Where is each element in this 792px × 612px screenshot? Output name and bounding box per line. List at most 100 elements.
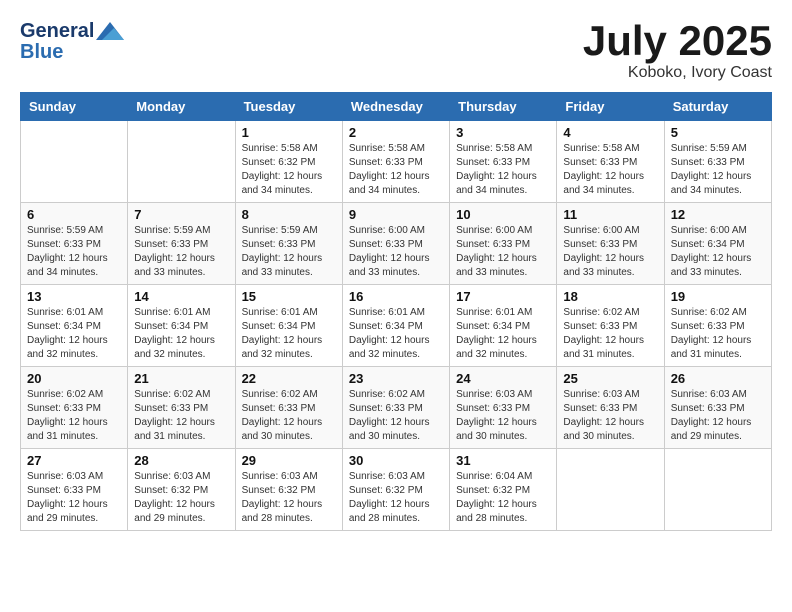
calendar-cell: 25Sunrise: 6:03 AMSunset: 6:33 PMDayligh… [557, 367, 664, 449]
day-number: 25 [563, 371, 657, 386]
day-info: Sunrise: 6:03 AMSunset: 6:33 PMDaylight:… [27, 470, 121, 526]
day-header-thursday: Thursday [450, 93, 557, 121]
day-info: Sunrise: 5:58 AMSunset: 6:32 PMDaylight:… [242, 142, 336, 198]
day-info: Sunrise: 6:01 AMSunset: 6:34 PMDaylight:… [242, 306, 336, 362]
day-info: Sunrise: 6:01 AMSunset: 6:34 PMDaylight:… [456, 306, 550, 362]
day-header-friday: Friday [557, 93, 664, 121]
day-number: 6 [27, 207, 121, 222]
day-info: Sunrise: 6:02 AMSunset: 6:33 PMDaylight:… [27, 388, 121, 444]
calendar-week-4: 20 Sunrise: 6:02 AMSunset: 6:33 PMDayligh… [21, 367, 772, 449]
logo-blue: Blue [20, 41, 124, 64]
day-number: 17 [456, 289, 550, 304]
calendar-cell: 18Sunrise: 6:02 AMSunset: 6:33 PMDayligh… [557, 285, 664, 367]
day-info: Sunrise: 6:03 AMSunset: 6:33 PMDaylight:… [671, 388, 765, 444]
day-number: 2 [349, 125, 443, 140]
calendar-cell: 20 Sunrise: 6:02 AMSunset: 6:33 PMDayligh… [21, 367, 128, 449]
calendar-cell: 4 Sunrise: 5:58 AMSunset: 6:33 PMDaylight… [557, 121, 664, 203]
day-number: 10 [456, 207, 550, 222]
calendar-cell [128, 121, 235, 203]
day-info: Sunrise: 5:58 AMSunset: 6:33 PMDaylight:… [563, 142, 657, 198]
day-info: Sunrise: 6:01 AMSunset: 6:34 PMDaylight:… [27, 306, 121, 362]
calendar-week-5: 27 Sunrise: 6:03 AMSunset: 6:33 PMDayligh… [21, 449, 772, 531]
calendar-table: SundayMondayTuesdayWednesdayThursdayFrid… [20, 92, 772, 531]
calendar-cell: 30 Sunrise: 6:03 AMSunset: 6:32 PMDayligh… [342, 449, 449, 531]
day-number: 30 [349, 453, 443, 468]
day-header-sunday: Sunday [21, 93, 128, 121]
day-info: Sunrise: 6:03 AMSunset: 6:32 PMDaylight:… [349, 470, 443, 526]
day-number: 4 [563, 125, 657, 140]
day-number: 20 [27, 371, 121, 386]
calendar-cell: 27 Sunrise: 6:03 AMSunset: 6:33 PMDayligh… [21, 449, 128, 531]
month-title: July 2025 [583, 20, 772, 62]
calendar-cell [21, 121, 128, 203]
day-number: 14 [134, 289, 228, 304]
day-number: 21 [134, 371, 228, 386]
calendar-cell: 6 Sunrise: 5:59 AMSunset: 6:33 PMDaylight… [21, 203, 128, 285]
calendar-week-1: 1 Sunrise: 5:58 AMSunset: 6:32 PMDaylight… [21, 121, 772, 203]
calendar-cell: 21Sunrise: 6:02 AMSunset: 6:33 PMDayligh… [128, 367, 235, 449]
day-info: Sunrise: 5:59 AMSunset: 6:33 PMDaylight:… [134, 224, 228, 280]
day-number: 11 [563, 207, 657, 222]
calendar-cell: 5Sunrise: 5:59 AMSunset: 6:33 PMDaylight… [664, 121, 771, 203]
calendar-cell: 13 Sunrise: 6:01 AMSunset: 6:34 PMDayligh… [21, 285, 128, 367]
day-number: 19 [671, 289, 765, 304]
day-header-tuesday: Tuesday [235, 93, 342, 121]
page-header: General Blue July 2025 Koboko, Ivory Coa… [20, 20, 772, 82]
day-header-saturday: Saturday [664, 93, 771, 121]
day-info: Sunrise: 6:03 AMSunset: 6:32 PMDaylight:… [134, 470, 228, 526]
calendar-cell [664, 449, 771, 531]
calendar-week-3: 13 Sunrise: 6:01 AMSunset: 6:34 PMDayligh… [21, 285, 772, 367]
day-info: Sunrise: 6:02 AMSunset: 6:33 PMDaylight:… [242, 388, 336, 444]
calendar-header-row: SundayMondayTuesdayWednesdayThursdayFrid… [21, 93, 772, 121]
calendar-cell: 10 Sunrise: 6:00 AMSunset: 6:33 PMDayligh… [450, 203, 557, 285]
calendar-cell: 8 Sunrise: 5:59 AMSunset: 6:33 PMDaylight… [235, 203, 342, 285]
day-info: Sunrise: 6:02 AMSunset: 6:33 PMDaylight:… [671, 306, 765, 362]
day-info: Sunrise: 6:03 AMSunset: 6:32 PMDaylight:… [242, 470, 336, 526]
day-info: Sunrise: 6:02 AMSunset: 6:33 PMDaylight:… [563, 306, 657, 362]
calendar-cell: 16Sunrise: 6:01 AMSunset: 6:34 PMDayligh… [342, 285, 449, 367]
day-number: 28 [134, 453, 228, 468]
day-number: 12 [671, 207, 765, 222]
day-number: 13 [27, 289, 121, 304]
location: Koboko, Ivory Coast [583, 64, 772, 82]
day-info: Sunrise: 5:59 AMSunset: 6:33 PMDaylight:… [671, 142, 765, 198]
day-number: 27 [27, 453, 121, 468]
day-number: 22 [242, 371, 336, 386]
day-info: Sunrise: 6:00 AMSunset: 6:33 PMDaylight:… [456, 224, 550, 280]
day-number: 31 [456, 453, 550, 468]
day-number: 24 [456, 371, 550, 386]
day-info: Sunrise: 5:59 AMSunset: 6:33 PMDaylight:… [242, 224, 336, 280]
day-number: 1 [242, 125, 336, 140]
logo-text: General [20, 20, 94, 43]
day-info: Sunrise: 5:58 AMSunset: 6:33 PMDaylight:… [349, 142, 443, 198]
calendar-cell: 1 Sunrise: 5:58 AMSunset: 6:32 PMDaylight… [235, 121, 342, 203]
calendar-cell: 17 Sunrise: 6:01 AMSunset: 6:34 PMDayligh… [450, 285, 557, 367]
calendar-cell: 14Sunrise: 6:01 AMSunset: 6:34 PMDayligh… [128, 285, 235, 367]
day-header-monday: Monday [128, 93, 235, 121]
logo: General Blue [20, 20, 124, 64]
day-number: 29 [242, 453, 336, 468]
day-number: 15 [242, 289, 336, 304]
day-info: Sunrise: 6:03 AMSunset: 6:33 PMDaylight:… [456, 388, 550, 444]
day-info: Sunrise: 6:01 AMSunset: 6:34 PMDaylight:… [349, 306, 443, 362]
calendar-cell: 15 Sunrise: 6:01 AMSunset: 6:34 PMDayligh… [235, 285, 342, 367]
calendar-cell: 12Sunrise: 6:00 AMSunset: 6:34 PMDayligh… [664, 203, 771, 285]
calendar-week-2: 6 Sunrise: 5:59 AMSunset: 6:33 PMDaylight… [21, 203, 772, 285]
calendar-cell: 11Sunrise: 6:00 AMSunset: 6:33 PMDayligh… [557, 203, 664, 285]
day-info: Sunrise: 6:02 AMSunset: 6:33 PMDaylight:… [349, 388, 443, 444]
calendar-cell: 28 Sunrise: 6:03 AMSunset: 6:32 PMDayligh… [128, 449, 235, 531]
day-number: 23 [349, 371, 443, 386]
calendar-cell: 29 Sunrise: 6:03 AMSunset: 6:32 PMDayligh… [235, 449, 342, 531]
title-block: July 2025 Koboko, Ivory Coast [583, 20, 772, 82]
day-info: Sunrise: 5:58 AMSunset: 6:33 PMDaylight:… [456, 142, 550, 198]
calendar-cell: 31Sunrise: 6:04 AMSunset: 6:32 PMDayligh… [450, 449, 557, 531]
calendar-cell: 26Sunrise: 6:03 AMSunset: 6:33 PMDayligh… [664, 367, 771, 449]
day-info: Sunrise: 5:59 AMSunset: 6:33 PMDaylight:… [27, 224, 121, 280]
calendar-cell: 23 Sunrise: 6:02 AMSunset: 6:33 PMDayligh… [342, 367, 449, 449]
day-number: 7 [134, 207, 228, 222]
day-number: 8 [242, 207, 336, 222]
day-info: Sunrise: 6:00 AMSunset: 6:33 PMDaylight:… [349, 224, 443, 280]
calendar-cell: 3Sunrise: 5:58 AMSunset: 6:33 PMDaylight… [450, 121, 557, 203]
calendar-cell: 7 Sunrise: 5:59 AMSunset: 6:33 PMDaylight… [128, 203, 235, 285]
day-number: 9 [349, 207, 443, 222]
